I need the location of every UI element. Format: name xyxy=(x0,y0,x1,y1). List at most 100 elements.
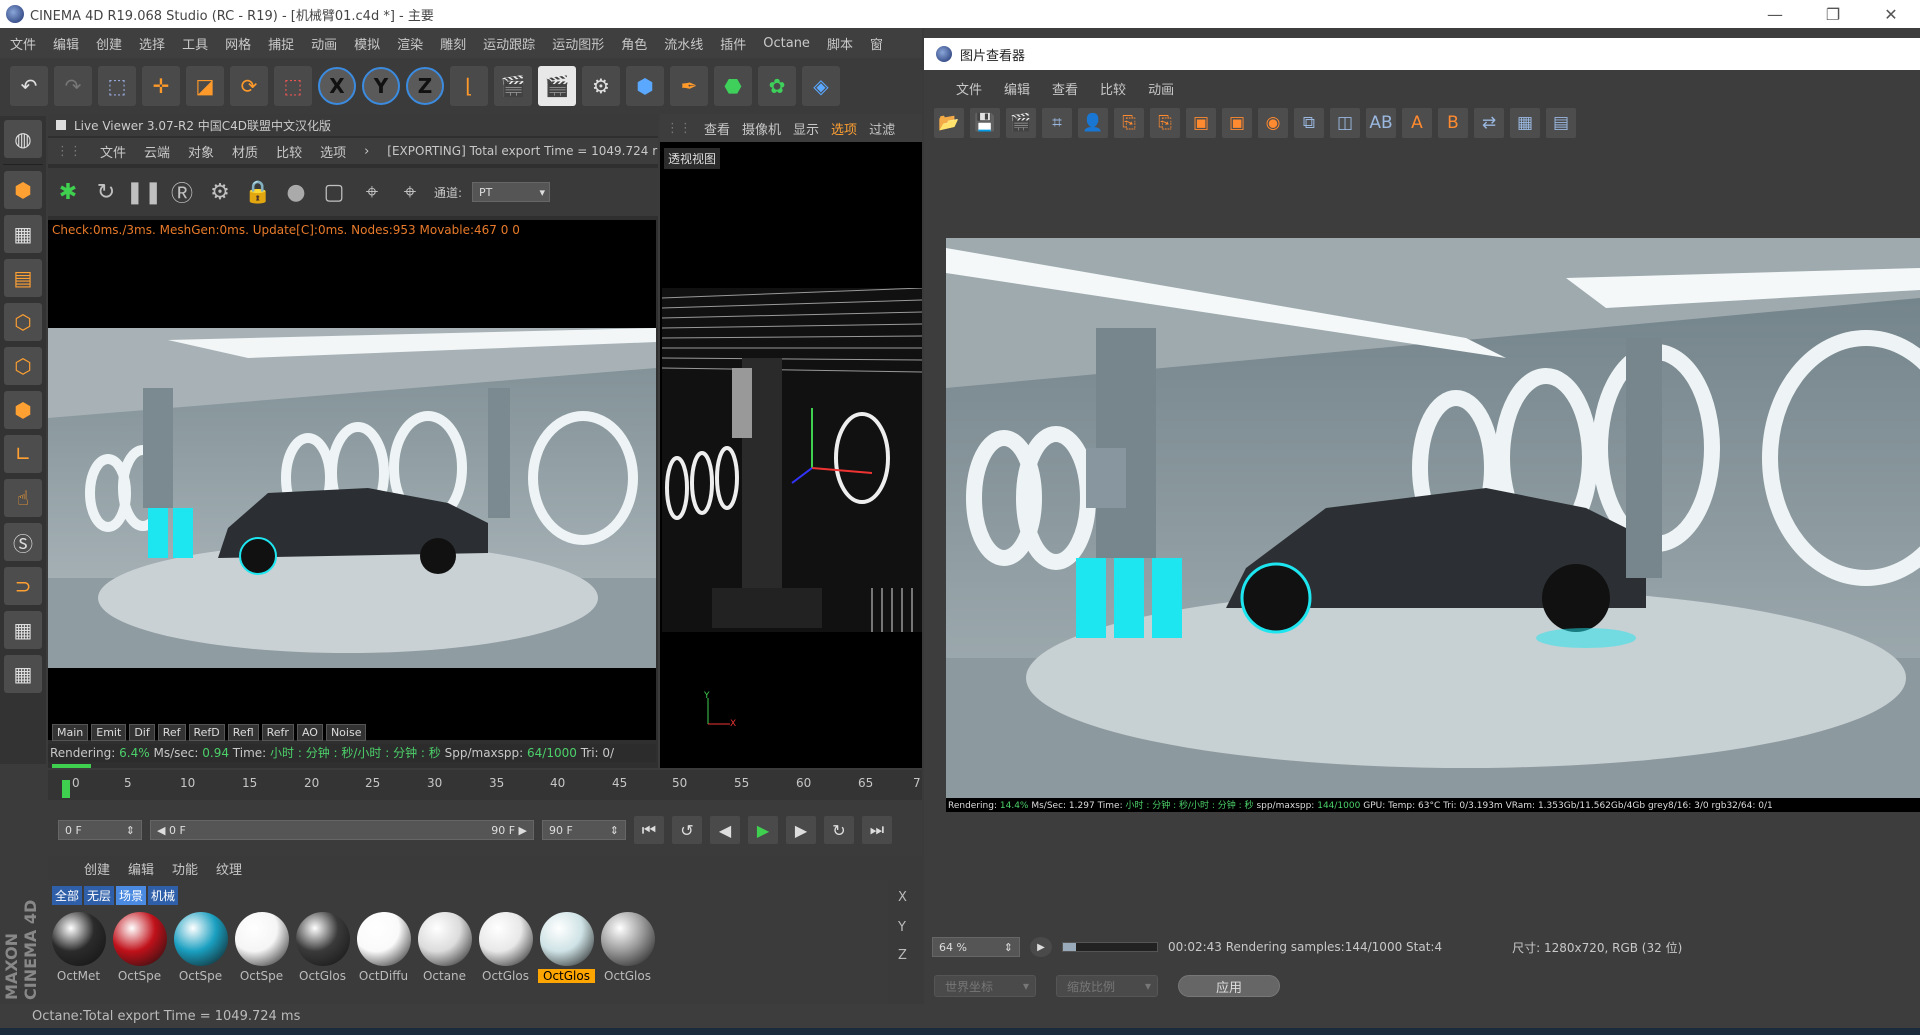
restart-render-icon[interactable]: ↻ xyxy=(92,178,120,206)
pick-material-icon[interactable]: ⌖ xyxy=(396,178,424,206)
model-mode-icon[interactable]: ⬢ xyxy=(4,171,42,209)
go-to-start-icon[interactable]: ⏮ xyxy=(634,816,664,844)
menu-edit[interactable]: 编辑 xyxy=(53,34,79,53)
menu-select[interactable]: 选择 xyxy=(139,34,165,53)
material-swatch[interactable]: Octane xyxy=(416,912,473,990)
menu-plugins[interactable]: 插件 xyxy=(720,34,746,53)
menu-window[interactable]: 窗 xyxy=(870,34,883,53)
pv-menu-edit[interactable]: 编辑 xyxy=(1004,79,1030,98)
apply-button[interactable]: 应用 xyxy=(1178,975,1280,997)
region-icon[interactable]: ⌗ xyxy=(1042,108,1072,138)
swap-icon[interactable]: ⇄ xyxy=(1474,108,1504,138)
polygons-mode-icon[interactable]: ⬢ xyxy=(4,391,42,429)
render-icon[interactable]: ◉ xyxy=(1258,108,1288,138)
make-editable-icon[interactable]: ◍ xyxy=(4,120,42,158)
scale-icon[interactable]: ◪ xyxy=(186,66,224,106)
minimize-button[interactable]: — xyxy=(1746,5,1804,24)
coordinate-dropdown[interactable]: 世界坐标 ▾ xyxy=(934,975,1036,997)
snap-magnet-icon[interactable]: ⊃ xyxy=(4,567,42,605)
locked-workplane-icon[interactable]: ▦ xyxy=(4,655,42,693)
mm-menu-create[interactable]: 创建 xyxy=(84,859,110,878)
menu-sculpt[interactable]: 雕刻 xyxy=(440,34,466,53)
layer-tab-all[interactable]: 全部 xyxy=(52,886,83,905)
edges-mode-icon[interactable]: ⬡ xyxy=(4,347,42,385)
menu-motion-tracking[interactable]: 运动跟踪 xyxy=(483,34,535,53)
x-axis-lock-icon[interactable]: X xyxy=(318,67,356,105)
menu-tools[interactable]: 工具 xyxy=(182,34,208,53)
material-swatch[interactable]: OctDiffu xyxy=(355,912,412,990)
mm-menu-edit[interactable]: 编辑 xyxy=(128,859,154,878)
menu-animate[interactable]: 动画 xyxy=(311,34,337,53)
set-b-icon[interactable]: B xyxy=(1438,108,1468,138)
lv-menu-file[interactable]: 文件 xyxy=(100,142,126,161)
recent-tool-icon[interactable]: ⬚ xyxy=(274,66,312,106)
open-icon[interactable]: 📂 xyxy=(934,108,964,138)
grid-icon[interactable]: ▦ xyxy=(1510,108,1540,138)
play-animation-icon[interactable]: ▶ xyxy=(1030,937,1052,957)
z-axis-lock-icon[interactable]: Z xyxy=(406,67,444,105)
move-icon[interactable]: ✛ xyxy=(142,66,180,106)
frame-icon[interactable]: ▢ xyxy=(320,178,348,206)
live-select-icon[interactable]: ⬚ xyxy=(98,66,136,106)
material-swatch[interactable]: OctSpe xyxy=(172,912,229,990)
lv-menu-objects[interactable]: 对象 xyxy=(188,142,214,161)
material-swatch[interactable]: OctGlos xyxy=(599,912,656,990)
lv-menu-compare[interactable]: 比较 xyxy=(276,142,302,161)
menu-mograph[interactable]: 运动图形 xyxy=(552,34,604,53)
menu-script[interactable]: 脚本 xyxy=(827,34,853,53)
material-swatch[interactable]: OctGlos xyxy=(294,912,351,990)
maximize-button[interactable]: ❐ xyxy=(1804,5,1862,24)
layer-tab-mechanical[interactable]: 机械 xyxy=(148,886,179,905)
next-frame-icon[interactable]: ▶ xyxy=(786,816,816,844)
pass-tab-ao[interactable]: AO xyxy=(296,724,323,741)
play-icon[interactable]: ▶ xyxy=(748,816,778,844)
pass-tab-refd[interactable]: RefD xyxy=(188,724,225,741)
current-frame-field[interactable]: 0 F ⇕ xyxy=(58,820,142,840)
copy-icon[interactable]: ⎘ xyxy=(1114,108,1144,138)
layer-tab-nolayer[interactable]: 无层 xyxy=(84,886,115,905)
material-swatch[interactable]: OctMet xyxy=(50,912,107,990)
current-frame-marker[interactable] xyxy=(62,780,70,798)
pass-tab-main[interactable]: Main xyxy=(52,724,89,741)
lv-menu-cloud[interactable]: 云端 xyxy=(144,142,170,161)
vp-menu-camera[interactable]: 摄像机 xyxy=(742,119,781,138)
pass-tab-refl[interactable]: Refl xyxy=(227,724,259,741)
lv-menu-material[interactable]: 材质 xyxy=(232,142,258,161)
vp-menu-options[interactable]: 选项 xyxy=(831,119,857,138)
layer-tab-scene[interactable]: 场景 xyxy=(116,886,147,905)
workplane-lock-icon[interactable]: ▦ xyxy=(4,611,42,649)
texture-mode-icon[interactable]: ▦ xyxy=(4,215,42,253)
loop-forward-icon[interactable]: ↻ xyxy=(824,816,854,844)
mm-menu-texture[interactable]: 纹理 xyxy=(216,859,242,878)
compare-ab-icon[interactable]: ⧉ xyxy=(1294,108,1324,138)
settings-icon[interactable]: ⚙ xyxy=(206,178,234,206)
channel-select[interactable]: PT ▾ xyxy=(472,182,551,202)
material-ball-icon[interactable]: ● xyxy=(282,178,310,206)
send-scene-icon[interactable]: ✱ xyxy=(54,178,82,206)
undo-icon[interactable]: ↶ xyxy=(10,66,48,106)
menu-render[interactable]: 渲染 xyxy=(397,34,423,53)
vp-menu-view[interactable]: 查看 xyxy=(704,119,730,138)
save-icon[interactable]: 💾 xyxy=(970,108,1000,138)
workplane-icon[interactable]: ▤ xyxy=(4,259,42,297)
loop-back-icon[interactable]: ↺ xyxy=(672,816,702,844)
menu-file[interactable]: 文件 xyxy=(10,34,36,53)
pick-focus-icon[interactable]: ⌖ xyxy=(358,178,386,206)
vp-menu-display[interactable]: 显示 xyxy=(793,119,819,138)
frame-range-slider[interactable]: ◀ 0 F 90 F ▶ xyxy=(150,820,534,840)
pass-tab-ref[interactable]: Ref xyxy=(157,724,186,741)
cube-primitive-icon[interactable]: ⬢ xyxy=(626,66,664,106)
lock-icon[interactable]: 🔒 xyxy=(244,178,272,206)
render-settings-icon[interactable]: ⚙ xyxy=(582,66,620,106)
menu-mesh[interactable]: 网格 xyxy=(225,34,251,53)
text-ab-icon[interactable]: AB xyxy=(1366,108,1396,138)
pass-tab-refr[interactable]: Refr xyxy=(261,724,294,741)
lv-menu-options[interactable]: 选项 xyxy=(320,142,346,161)
menu-character[interactable]: 角色 xyxy=(621,34,647,53)
clapboard-icon[interactable]: 🎬 xyxy=(1006,108,1036,138)
mm-menu-function[interactable]: 功能 xyxy=(172,859,198,878)
layers-icon[interactable]: ▤ xyxy=(1546,108,1576,138)
menu-pipeline[interactable]: 流水线 xyxy=(664,34,703,53)
pass-tab-emit[interactable]: Emit xyxy=(91,724,127,741)
coordinate-system-icon[interactable]: ⌊ xyxy=(450,66,488,106)
